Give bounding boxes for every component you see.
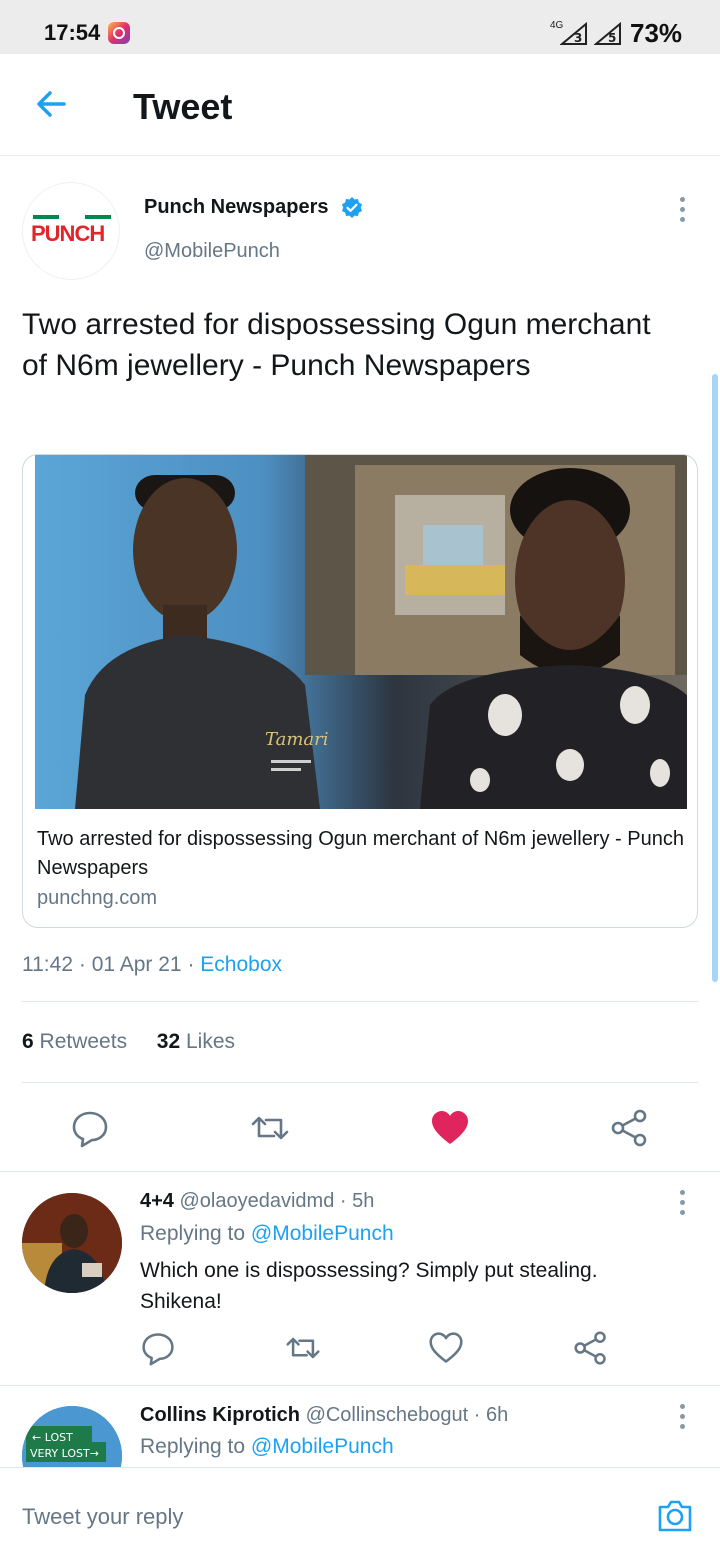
meta-separator: · — [187, 953, 195, 976]
tweet-text: Two arrested for dispossessing Ogun merc… — [22, 308, 651, 382]
like-filled-icon[interactable] — [430, 1108, 470, 1148]
card-domain: punchng.com — [37, 887, 158, 909]
retweets-label[interactable]: Retweets — [40, 1030, 128, 1053]
page-title: Tweet — [133, 86, 233, 127]
tweet-stats: 6 Retweets 32 Likes — [22, 1030, 235, 1054]
punch-avatar[interactable]: PUNCH — [22, 182, 120, 280]
replying-to: Replying to @MobilePunch — [140, 1435, 394, 1459]
svg-text:5: 5 — [608, 31, 616, 45]
divider — [0, 1385, 720, 1386]
replying-to-handle[interactable]: @MobilePunch — [251, 1222, 394, 1245]
reply-header: Collins Kiprotich @Collinschebogut · 6h — [140, 1404, 508, 1427]
tweet-date: 01 Apr 21 — [91, 953, 182, 976]
reply-header: 4+4 @olaoyedavidmd · 5h — [140, 1190, 374, 1213]
retweets-count[interactable]: 6 — [22, 1030, 34, 1053]
reply-text: Which one is dispossessing? Simply put s… — [140, 1259, 598, 1313]
reply-author-name[interactable]: Collins Kiprotich — [140, 1404, 300, 1426]
instagram-notification-icon — [108, 22, 130, 44]
reply-input[interactable]: Tweet your reply — [22, 1504, 183, 1530]
reply-author-name[interactable]: 4+4 — [140, 1190, 174, 1212]
author-handle[interactable]: @MobilePunch — [144, 240, 280, 263]
status-time: 17:54 — [44, 20, 101, 45]
reply-author-handle[interactable]: @Collinschebogut — [306, 1404, 469, 1426]
card-title: Two arrested for dispossessing Ogun merc… — [37, 828, 684, 879]
meta-separator: · — [78, 953, 86, 976]
top-bar: Tweet — [0, 54, 720, 156]
reply-icon[interactable] — [140, 1330, 176, 1366]
reply-composer[interactable]: Tweet your reply — [0, 1467, 720, 1560]
likes-count[interactable]: 32 — [157, 1030, 180, 1053]
retweet-icon[interactable] — [250, 1108, 290, 1148]
reply-author-handle[interactable]: @olaoyedavidmd — [180, 1190, 335, 1212]
reply-icon[interactable] — [70, 1108, 110, 1148]
author-name[interactable]: Punch Newspapers — [144, 196, 329, 219]
scrollbar[interactable] — [712, 374, 718, 982]
replying-to: Replying to @MobilePunch — [140, 1222, 394, 1246]
svg-text:Tamari: Tamari — [265, 729, 329, 750]
divider — [0, 1171, 720, 1172]
verified-badge-icon — [342, 197, 362, 218]
link-card[interactable]: Tamari Two arrested for dispossessing Og… — [22, 454, 698, 928]
share-icon[interactable] — [610, 1108, 650, 1148]
share-icon[interactable] — [573, 1330, 609, 1366]
replying-prefix: Replying to — [140, 1222, 246, 1245]
reply-more-icon[interactable] — [680, 1404, 686, 1432]
signal-sim2-icon: 5 — [594, 22, 621, 45]
reply-age: · 6h — [473, 1404, 509, 1426]
status-bar: 17:54 4G 3 5 73% — [0, 0, 720, 54]
likes-label[interactable]: Likes — [186, 1030, 235, 1053]
tweet-time: 11:42 — [22, 953, 73, 976]
signal-sim1-icon: 3 — [560, 22, 587, 45]
camera-icon[interactable] — [656, 1497, 694, 1535]
tweet-more-icon[interactable] — [680, 197, 686, 225]
divider — [22, 1001, 698, 1002]
article-photo: Tamari — [35, 455, 687, 809]
tweet-source-link[interactable]: Echobox — [200, 953, 282, 976]
svg-text:VERY LOST→: VERY LOST→ — [30, 1447, 99, 1460]
tweet-meta: 11:42 · 01 Apr 21 · Echobox — [22, 953, 282, 977]
reply-more-icon[interactable] — [680, 1190, 686, 1218]
battery-level: 73% — [630, 18, 683, 48]
divider — [22, 1082, 698, 1083]
reply-avatar[interactable] — [22, 1193, 122, 1293]
svg-text:3: 3 — [574, 31, 582, 45]
replying-to-handle[interactable]: @MobilePunch — [251, 1435, 394, 1458]
retweet-icon[interactable] — [285, 1330, 321, 1366]
back-arrow-icon[interactable] — [34, 86, 70, 122]
replying-prefix: Replying to — [140, 1435, 246, 1458]
reply-age: · 5h — [339, 1190, 375, 1212]
like-icon[interactable] — [428, 1330, 464, 1366]
punch-logo-text: PUNCH — [31, 221, 105, 246]
